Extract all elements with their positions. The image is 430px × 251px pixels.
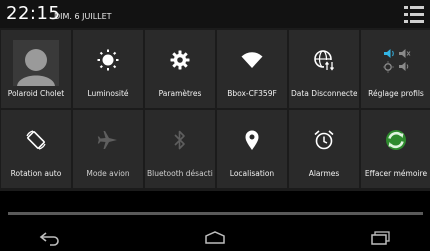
tile-location[interactable]: Localisation <box>217 110 287 188</box>
alarm-clock-icon <box>314 130 334 150</box>
tile-brightness[interactable]: Luminosité <box>73 30 143 108</box>
rotation-icon <box>26 130 46 150</box>
tile-auto-rotate[interactable]: Rotation auto <box>1 110 71 188</box>
recent-apps-icon[interactable] <box>369 230 393 246</box>
tile-user[interactable]: Polaroid Cholet <box>1 30 71 108</box>
mobile-data-globe-icon <box>314 50 335 71</box>
navigation-bar <box>0 226 430 251</box>
tile-mobile-data-label: Data Disconnected <box>291 89 357 98</box>
tile-alarms-label: Alarmes <box>308 169 340 178</box>
tile-clean-memory[interactable]: Effacer mémoire <box>361 110 430 188</box>
brightness-icon <box>97 49 119 71</box>
clock: 22:15 <box>6 3 61 24</box>
settings-gear-icon <box>170 50 190 70</box>
tile-bluetooth-label: Bluetooth désactivé <box>147 169 213 178</box>
tile-brightness-label: Luminosité <box>87 89 129 98</box>
date: DIM. 6 JUILLET <box>54 12 112 21</box>
tile-auto-rotate-label: Rotation auto <box>10 169 62 178</box>
tile-sound-profile[interactable]: Réglage profils <box>361 30 430 108</box>
tile-sound-profile-label: Réglage profils <box>368 89 424 98</box>
clean-memory-icon <box>386 130 406 150</box>
tile-wifi-label: Bbox-CF359F <box>227 89 277 98</box>
tile-mobile-data[interactable]: Data Disconnected <box>289 30 359 108</box>
list-menu-icon[interactable] <box>404 6 424 23</box>
tile-alarms[interactable]: Alarmes <box>289 110 359 188</box>
tile-location-label: Localisation <box>229 169 275 178</box>
tile-airplane-mode[interactable]: Mode avion <box>73 110 143 188</box>
notification-drawer-handle[interactable] <box>8 212 423 215</box>
tile-bluetooth[interactable]: Bluetooth désactivé <box>145 110 215 188</box>
airplane-icon <box>97 131 117 149</box>
tile-clean-memory-label: Effacer mémoire <box>364 169 428 178</box>
status-bar: 22:15 DIM. 6 JUILLET <box>0 0 430 28</box>
tile-user-label: Polaroid Cholet <box>7 89 65 98</box>
tile-settings[interactable]: Paramètres <box>145 30 215 108</box>
sound-profile-icon <box>383 49 411 73</box>
tile-wifi[interactable]: Bbox-CF359F <box>217 30 287 108</box>
bluetooth-icon <box>174 130 185 150</box>
avatar-icon <box>13 40 59 86</box>
wifi-icon <box>241 52 263 68</box>
location-pin-icon <box>245 130 259 150</box>
quick-settings-grid: Polaroid Cholet Luminosité Paramètres Bb… <box>0 28 430 191</box>
tile-settings-label: Paramètres <box>158 89 202 98</box>
back-icon[interactable] <box>38 230 62 246</box>
tile-airplane-mode-label: Mode avion <box>86 169 130 178</box>
home-icon[interactable] <box>203 230 227 246</box>
